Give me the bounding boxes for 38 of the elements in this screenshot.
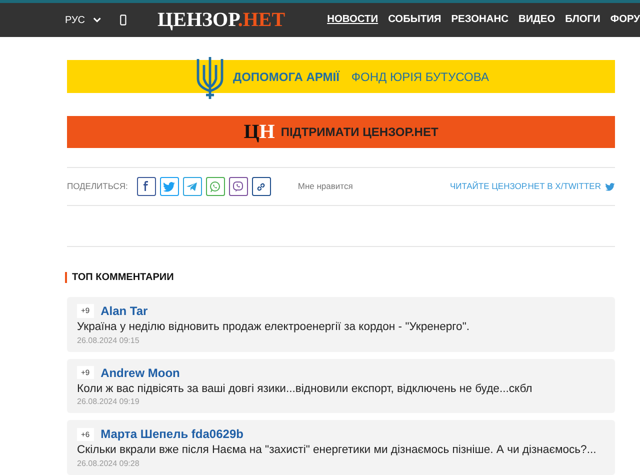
site-logo[interactable]: ЦЕНЗОР.НЕТ (158, 10, 286, 30)
nav-tab[interactable]: СОБЫТИЯ (388, 12, 442, 28)
nav-tab[interactable]: БЛОГИ (565, 12, 600, 28)
comment-author[interactable]: Марта Шепель fda0629b (100, 425, 244, 444)
nav-tab[interactable]: ВИДЕО (518, 12, 556, 28)
support-label: ПІДТРИМАТИ ЦЕНЗОР.НЕТ (280, 124, 438, 141)
comment-date: 26.08.2024 09:28 (77, 458, 140, 470)
comment-text: Україна у неділю відновить продаж електроенергії за кордон - "Укренерго". (77, 320, 470, 335)
section-title: ТОП КОММЕНТАРИИ (65, 272, 174, 283)
support-logo: ЦН (244, 122, 275, 142)
chevron-down-icon[interactable] (93, 17, 102, 23)
link-icon (255, 180, 268, 192)
support-banner[interactable]: ЦН ПІДТРИМАТИ ЦЕНЗОР.НЕТ (67, 116, 615, 148)
twitter-bird-icon[interactable] (605, 182, 615, 190)
comment-text: Скільки вкрали вже після Наєма на "захисті" енергетики ми дізнаємось пізніше. А чи дізнаємось?... (77, 443, 598, 458)
share-button[interactable] (252, 177, 271, 196)
like-label[interactable]: Мне нравится (298, 180, 353, 193)
share-label: ПОДЕЛИТЬСЯ: (67, 180, 128, 193)
comment-author[interactable]: Alan Tar (100, 302, 148, 320)
nav-tab[interactable]: ФОРУ (610, 12, 640, 28)
share-button[interactable] (228, 177, 248, 196)
banner-subtitle: ФОНД ЮРІЯ БУТУСОВА (351, 68, 489, 86)
language-selector[interactable]: РУС (65, 12, 86, 28)
army-donation-banner[interactable]: ДОПОМОГА АРМІЇ ФОНД ЮРІЯ БУТУСОВА (67, 60, 615, 93)
phone-icon[interactable] (120, 14, 127, 26)
comment-date: 26.08.2024 09:19 (77, 396, 140, 408)
nav-tab[interactable]: РЕЗОНАНС (451, 12, 508, 28)
comment-text: Коли ж вас підвісять за ваші довгі язики...відновили експорт, відключень не буде...скбл (77, 382, 534, 396)
share-button[interactable] (136, 177, 156, 196)
phone-bubble-icon (232, 180, 244, 192)
paper-plane-icon (186, 180, 198, 192)
chat-phone-icon (209, 180, 222, 192)
comment-author[interactable]: Andrew Moon (100, 364, 180, 382)
twitter-bird-icon (163, 180, 176, 192)
banner-title: ДОПОМОГА АРМІЇ (233, 68, 340, 86)
trident-icon (196, 55, 224, 101)
nav-tab[interactable]: НОВОСТИ (327, 12, 378, 28)
comment-date: 26.08.2024 09:15 (77, 334, 140, 347)
